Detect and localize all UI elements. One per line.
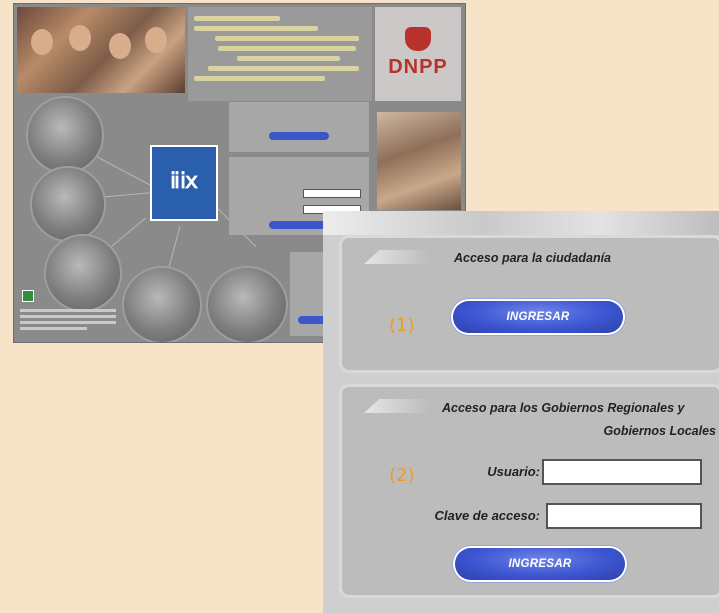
green-icon[interactable] — [22, 290, 34, 302]
mini-citizen-access-box — [229, 102, 369, 152]
presupuesto-participativo-logo: ⅱⅸ — [150, 145, 218, 221]
dnpp-logo-text: DNPP — [388, 56, 448, 78]
crest-icon — [405, 27, 431, 51]
government-access-title-line1: Acceso para los Gobiernos Regionales y — [442, 401, 685, 415]
citizen-ingresar-button[interactable]: INGRESAR — [453, 301, 623, 333]
clave-label: Clave de acceso: — [434, 508, 540, 523]
topic-circle[interactable] — [30, 166, 106, 242]
panel-top-bar — [323, 211, 719, 235]
site-topic-menu — [188, 7, 372, 101]
marker-2: (2) — [389, 465, 415, 486]
topic-circle[interactable] — [206, 266, 288, 342]
clave-input[interactable] — [546, 503, 702, 529]
topic-circle[interactable] — [44, 234, 122, 312]
government-access-card: Acceso para los Gobiernos Regionales y G… — [339, 384, 719, 598]
zoomed-login-panel: Acceso para la ciudadanía INGRESAR Acces… — [323, 211, 719, 613]
topic-circle[interactable] — [26, 96, 104, 174]
children-photo — [17, 7, 185, 93]
usuario-input[interactable] — [542, 459, 702, 485]
citizen-access-card: Acceso para la ciudadanía INGRESAR — [339, 235, 719, 373]
topic-circle[interactable] — [122, 266, 202, 342]
citizen-access-title: Acceso para la ciudadanía — [454, 251, 612, 265]
government-ingresar-button[interactable]: INGRESAR — [455, 548, 625, 580]
presenter-photo — [377, 112, 461, 210]
card-tab-decoration — [364, 250, 428, 264]
government-access-title-line2: Gobiernos Locales — [603, 424, 716, 438]
marker-1: (1) — [389, 315, 415, 336]
footer-text-block — [20, 306, 116, 333]
usuario-label: Usuario: — [487, 464, 540, 479]
card-tab-decoration — [364, 399, 428, 413]
dnpp-logo: DNPP — [375, 7, 461, 101]
